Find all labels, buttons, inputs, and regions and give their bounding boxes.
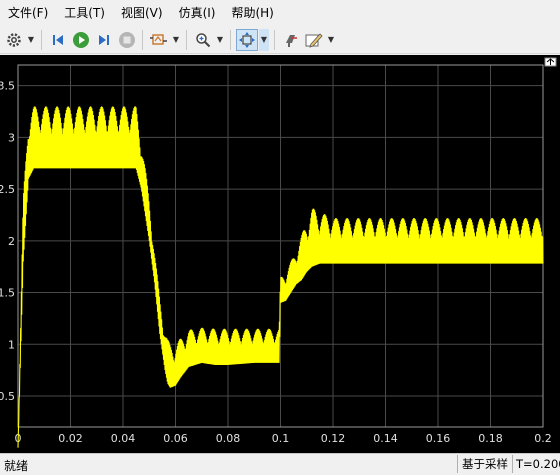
scope-plot-area[interactable]: 0 0.02 0.04 0.06 0.08 0.1 0.12 0.14 0.16 0.18 0.2 0… <box>0 55 560 453</box>
menu-simulation[interactable]: 仿真(I) <box>171 0 224 26</box>
step-forward-button[interactable] <box>93 29 115 51</box>
step-back-button[interactable] <box>47 29 69 51</box>
x-tick-label: 0.1 <box>272 432 290 445</box>
status-text: 就绪 <box>4 459 29 473</box>
highlight-button[interactable] <box>280 29 302 51</box>
autoscale-dropdown[interactable]: ▼ <box>259 28 269 51</box>
step-back-icon <box>53 34 63 45</box>
x-tick-label: 0.04 <box>111 432 136 445</box>
menu-help[interactable]: 帮助(H) <box>223 0 281 26</box>
toolbar-separator <box>41 29 42 50</box>
style-dropdown[interactable]: ▼ <box>326 29 336 51</box>
y-tick-label: 1 <box>8 338 15 351</box>
x-tick-label: 0.18 <box>478 432 503 445</box>
signal-select-dropdown[interactable]: ▼ <box>171 29 181 51</box>
sim-time: T=0.200 <box>512 455 560 473</box>
zoom-dropdown[interactable]: ▼ <box>215 29 225 51</box>
autoscale-button[interactable] <box>236 28 258 51</box>
menu-bar: 文件(F) 工具(T) 视图(V) 仿真(I) 帮助(H) <box>0 0 560 26</box>
y-tick-label: 2 <box>8 235 15 248</box>
toolbar-separator <box>230 29 231 50</box>
y-tick-label: 3 <box>8 131 15 144</box>
status-bar: 就绪 基于采样 T=0.200 <box>0 453 560 475</box>
scope-plot[interactable]: 0 0.02 0.04 0.06 0.08 0.1 0.12 0.14 0.16 0.18 0.20… <box>0 55 560 453</box>
x-tick-label: 0.12 <box>321 432 346 445</box>
run-button[interactable] <box>70 29 92 51</box>
settings-dropdown[interactable]: ▼ <box>26 29 36 51</box>
toolbar-separator <box>186 29 187 50</box>
toolbar: ▼ ▼ ▼ ▼ ▼ <box>0 26 560 54</box>
step-forward-icon <box>99 34 109 45</box>
autoscale-icon <box>239 31 255 48</box>
zoom-icon <box>196 32 211 47</box>
gear-icon <box>7 32 21 47</box>
y-tick-label: 2.5 <box>0 183 15 196</box>
sample-mode: 基于采样 <box>457 455 512 473</box>
pin-icon <box>286 34 297 47</box>
toolbar-separator <box>274 29 275 50</box>
style-button[interactable] <box>303 29 325 51</box>
x-tick-label: 0.2 <box>534 432 552 445</box>
menu-view[interactable]: 视图(V) <box>113 0 171 26</box>
toolbar-separator <box>142 29 143 50</box>
signal-select-button[interactable] <box>148 29 170 51</box>
x-tick-label: 0.06 <box>163 432 188 445</box>
x-tick-label: 0.02 <box>58 432 83 445</box>
stop-icon <box>119 31 135 48</box>
y-tick-label: 3.5 <box>0 80 15 93</box>
x-tick-label: 0.14 <box>373 432 398 445</box>
menu-file[interactable]: 文件(F) <box>0 0 56 26</box>
signal-select-icon <box>150 33 167 45</box>
zoom-button[interactable] <box>192 29 214 51</box>
x-tick-label: 0.08 <box>216 432 241 445</box>
y-tick-label: 0.5 <box>0 390 15 403</box>
x-tick-label: 0.16 <box>426 432 451 445</box>
stop-button[interactable] <box>116 29 138 51</box>
menu-tools[interactable]: 工具(T) <box>56 0 113 26</box>
style-pen-icon <box>305 32 323 48</box>
y-tick-label: 1.5 <box>0 287 15 300</box>
run-icon <box>73 31 89 48</box>
settings-button[interactable] <box>3 29 25 51</box>
